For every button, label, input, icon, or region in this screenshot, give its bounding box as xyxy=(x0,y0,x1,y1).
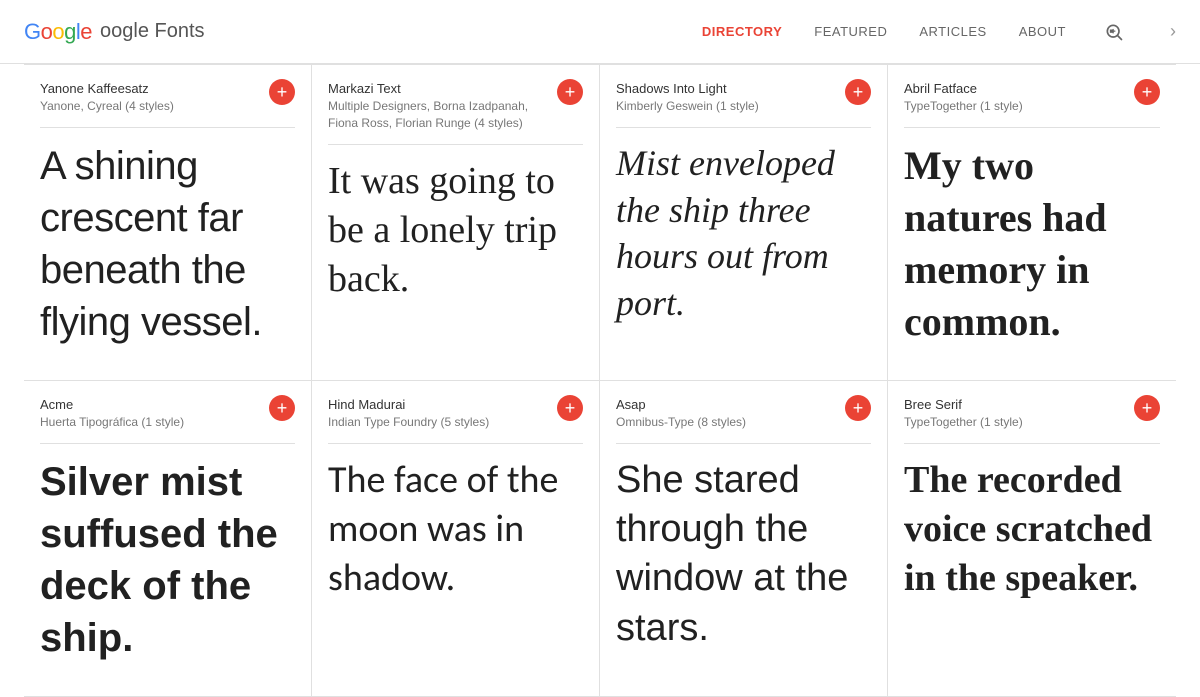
nav-featured[interactable]: FEATURED xyxy=(814,24,887,39)
plus-icon: + xyxy=(1142,399,1153,417)
font-meta: Kimberly Geswein (1 style) xyxy=(616,98,837,115)
font-name: Bree Serif xyxy=(904,397,1126,412)
nav-directory[interactable]: DIRECTORY xyxy=(702,24,782,39)
logo: Google oogle Fonts xyxy=(24,19,205,45)
add-font-button[interactable]: + xyxy=(1134,395,1160,421)
font-preview-text: Silver mist suffused the deck of the shi… xyxy=(40,456,295,664)
font-preview-text: A shining crescent far beneath the flyin… xyxy=(40,140,295,348)
google-g-icon: Google xyxy=(24,19,92,45)
font-name: Asap xyxy=(616,397,837,412)
font-card-header: Markazi Text Multiple Designers, Borna I… xyxy=(328,81,583,145)
font-preview-text: The recorded voice scratched in the spea… xyxy=(904,456,1160,604)
font-name: Markazi Text xyxy=(328,81,549,96)
font-grid: Yanone Kaffeesatz Yanone, Cyreal (4 styl… xyxy=(0,65,1200,697)
font-name: Acme xyxy=(40,397,261,412)
add-font-button[interactable]: + xyxy=(845,395,871,421)
font-name: Abril Fatface xyxy=(904,81,1126,96)
plus-icon: + xyxy=(1142,83,1153,101)
font-name: Hind Madurai xyxy=(328,397,549,412)
font-meta: Indian Type Foundry (5 styles) xyxy=(328,414,549,431)
font-preview-text: She stared through the window at the sta… xyxy=(616,456,871,654)
font-card: Acme Huerta Tipográfica (1 style) + Silv… xyxy=(24,381,312,697)
font-card: Abril Fatface TypeTogether (1 style) + M… xyxy=(888,65,1176,381)
add-font-button[interactable]: + xyxy=(269,395,295,421)
font-name: Yanone Kaffeesatz xyxy=(40,81,261,96)
font-info: Shadows Into Light Kimberly Geswein (1 s… xyxy=(616,81,837,115)
add-font-button[interactable]: + xyxy=(269,79,295,105)
font-meta: Huerta Tipográfica (1 style) xyxy=(40,414,261,431)
font-info: Bree Serif TypeTogether (1 style) xyxy=(904,397,1126,431)
font-name: Shadows Into Light xyxy=(616,81,837,96)
nav-articles[interactable]: ARTICLES xyxy=(919,24,986,39)
font-card-header: Abril Fatface TypeTogether (1 style) + xyxy=(904,81,1160,128)
font-info: Markazi Text Multiple Designers, Borna I… xyxy=(328,81,549,132)
font-preview-text: My two natures had memory in common. xyxy=(904,140,1160,348)
font-card: Hind Madurai Indian Type Foundry (5 styl… xyxy=(312,381,600,697)
add-font-button[interactable]: + xyxy=(845,79,871,105)
add-font-button[interactable]: + xyxy=(1134,79,1160,105)
nav: DIRECTORY FEATURED ARTICLES ABOUT › xyxy=(702,16,1176,48)
add-font-button[interactable]: + xyxy=(557,79,583,105)
search-icon[interactable] xyxy=(1098,16,1130,48)
font-meta: TypeTogether (1 style) xyxy=(904,98,1126,115)
font-card: Markazi Text Multiple Designers, Borna I… xyxy=(312,65,600,381)
font-card-header: Acme Huerta Tipográfica (1 style) + xyxy=(40,397,295,444)
plus-icon: + xyxy=(853,399,864,417)
font-card: Asap Omnibus-Type (8 styles) + She stare… xyxy=(600,381,888,697)
font-card: Shadows Into Light Kimberly Geswein (1 s… xyxy=(600,65,888,381)
font-card: Bree Serif TypeTogether (1 style) + The … xyxy=(888,381,1176,697)
font-meta: Yanone, Cyreal (4 styles) xyxy=(40,98,261,115)
font-card: Yanone Kaffeesatz Yanone, Cyreal (4 styl… xyxy=(24,65,312,381)
font-card-header: Bree Serif TypeTogether (1 style) + xyxy=(904,397,1160,444)
font-card-header: Asap Omnibus-Type (8 styles) + xyxy=(616,397,871,444)
plus-icon: + xyxy=(853,83,864,101)
nav-about[interactable]: ABOUT xyxy=(1019,24,1066,39)
plus-icon: + xyxy=(277,399,288,417)
add-font-button[interactable]: + xyxy=(557,395,583,421)
header: Google oogle Fonts DIRECTORY FEATURED AR… xyxy=(0,0,1200,64)
font-card-header: Shadows Into Light Kimberly Geswein (1 s… xyxy=(616,81,871,128)
font-info: Acme Huerta Tipográfica (1 style) xyxy=(40,397,261,431)
plus-icon: + xyxy=(565,83,576,101)
font-meta: TypeTogether (1 style) xyxy=(904,414,1126,431)
font-card-header: Yanone Kaffeesatz Yanone, Cyreal (4 styl… xyxy=(40,81,295,128)
logo-text: oogle Fonts xyxy=(100,20,205,43)
font-preview-text: It was going to be a lonely trip back. xyxy=(328,157,583,305)
font-meta: Omnibus-Type (8 styles) xyxy=(616,414,837,431)
font-preview-text: The face of the moon was in shadow. xyxy=(328,456,583,604)
font-info: Hind Madurai Indian Type Foundry (5 styl… xyxy=(328,397,549,431)
chevron-right-icon[interactable]: › xyxy=(1170,21,1176,42)
plus-icon: + xyxy=(277,83,288,101)
font-card-header: Hind Madurai Indian Type Foundry (5 styl… xyxy=(328,397,583,444)
font-info: Abril Fatface TypeTogether (1 style) xyxy=(904,81,1126,115)
font-preview-text: Mist enveloped the ship three hours out … xyxy=(616,140,871,327)
font-meta: Multiple Designers, Borna Izadpanah, Fio… xyxy=(328,98,549,132)
font-info: Asap Omnibus-Type (8 styles) xyxy=(616,397,837,431)
font-info: Yanone Kaffeesatz Yanone, Cyreal (4 styl… xyxy=(40,81,261,115)
plus-icon: + xyxy=(565,399,576,417)
